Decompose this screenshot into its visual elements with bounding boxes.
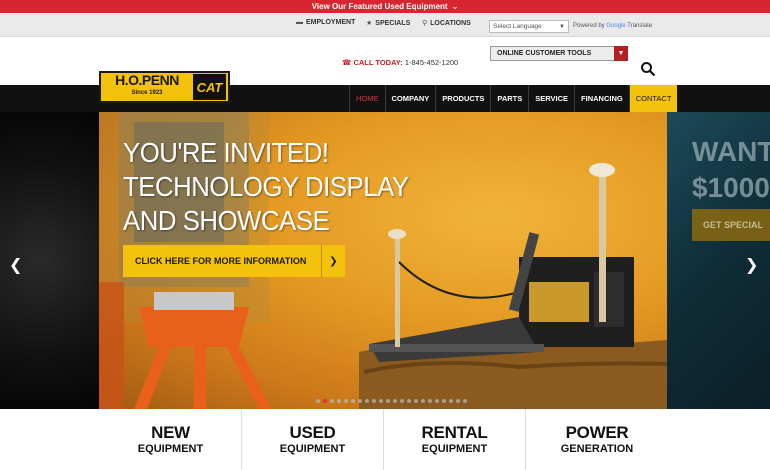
briefcase-icon: ▬ (296, 19, 303, 26)
select-arrow-icon: ▼ (559, 23, 565, 30)
next-slide-line-1: WANT (692, 136, 770, 167)
hero-headline: YOU'RE INVITED! TECHNOLOGY DISPLAY AND S… (123, 136, 409, 238)
category-subtitle: EQUIPMENT (279, 442, 346, 455)
featured-bar-label: View Our Featured Used Equipment (311, 2, 448, 11)
call-today: ☎ CALL TODAY: 1-845-452-1200 (342, 58, 458, 67)
map-pin-icon: ⚲ (422, 20, 428, 27)
carousel-next-arrow[interactable]: ❯ (745, 255, 758, 275)
carousel-dot[interactable] (337, 399, 341, 403)
carousel-dot[interactable] (442, 399, 446, 403)
new-equipment-link[interactable]: NEW EQUIPMENT (100, 409, 242, 470)
carousel-prev-arrow[interactable]: ❮ (9, 255, 22, 275)
current-slide: YOU'RE INVITED! TECHNOLOGY DISPLAY AND S… (99, 112, 667, 409)
nav-financing[interactable]: FINANCING (574, 85, 629, 112)
cat-logo: CAT (193, 74, 226, 100)
category-subtitle: EQUIPMENT (421, 442, 488, 455)
utility-bar: ▬ EMPLOYMENT ★ SPECIALS ⚲ LOCATIONS Sele… (0, 13, 770, 37)
locations-link[interactable]: ⚲ LOCATIONS (422, 19, 471, 28)
phone-icon: ☎ (342, 58, 352, 67)
carousel-dot[interactable] (372, 399, 376, 403)
logo-name: H.O.PENN (115, 72, 179, 88)
headline-line-2: TECHNOLOGY DISPLAY (123, 171, 409, 202)
carousel-dot[interactable] (456, 399, 460, 403)
nav-company[interactable]: COMPANY (384, 85, 436, 112)
nav-service[interactable]: SERVICE (528, 85, 574, 112)
category-title: RENTAL (421, 422, 488, 442)
category-title: NEW (151, 422, 190, 442)
google-brand: Google (606, 23, 626, 29)
call-label: CALL TODAY: (353, 58, 403, 67)
category-links: NEW EQUIPMENT USED EQUIPMENT RENTAL EQUI… (100, 409, 670, 470)
powered-by-text: Powered by (573, 23, 605, 29)
carousel-dot[interactable] (379, 399, 383, 403)
chevron-down-icon: ▼ (614, 46, 628, 61)
carousel-dot[interactable] (351, 399, 355, 403)
nav-parts[interactable]: PARTS (490, 85, 528, 112)
featured-used-equipment-bar[interactable]: View Our Featured Used Equipment ⌄ (0, 0, 770, 13)
carousel-dot[interactable] (400, 399, 404, 403)
language-select[interactable]: Select Language ▼ (489, 20, 569, 33)
online-customer-tools-select[interactable]: ONLINE CUSTOMER TOOLS ▼ (490, 46, 628, 61)
carousel-dot[interactable] (358, 399, 362, 403)
carousel-dot[interactable] (449, 399, 453, 403)
star-icon: ★ (366, 20, 373, 27)
employment-link[interactable]: ▬ EMPLOYMENT (296, 19, 355, 26)
specials-link[interactable]: ★ SPECIALS (366, 19, 411, 28)
carousel-dot[interactable] (323, 399, 327, 403)
nav-contact[interactable]: CONTACT (628, 85, 678, 112)
more-information-label: CLICK HERE FOR MORE INFORMATION (135, 256, 307, 266)
nav-home[interactable]: HOME (349, 85, 385, 112)
carousel-dots (316, 399, 467, 403)
category-subtitle: EQUIPMENT (137, 442, 204, 455)
hero-carousel: YOU'RE INVITED! TECHNOLOGY DISPLAY AND S… (0, 112, 770, 409)
carousel-dot[interactable] (344, 399, 348, 403)
chevron-right-icon: ❯ (321, 245, 345, 277)
language-select-value: Select Language (493, 23, 542, 30)
carousel-dot[interactable] (407, 399, 411, 403)
next-slide-cta: GET SPECIAL (692, 209, 770, 241)
main-nav: HOME COMPANY PRODUCTS PARTS SERVICE FINA… (349, 85, 678, 112)
google-translate-credit: Powered by Google Translate (573, 23, 652, 29)
category-title: USED (289, 422, 336, 442)
headline-line-1: YOU'RE INVITED! (123, 137, 329, 168)
carousel-dot[interactable] (463, 399, 467, 403)
next-slide-line-2: $1000 (692, 172, 770, 203)
carousel-dot[interactable] (428, 399, 432, 403)
locations-label: LOCATIONS (430, 19, 471, 27)
carousel-dot[interactable] (330, 399, 334, 403)
phone-number[interactable]: 1-845-452-1200 (405, 58, 458, 67)
search-icon[interactable] (640, 61, 656, 77)
carousel-dot[interactable] (386, 399, 390, 403)
category-title: POWER (565, 422, 629, 442)
chevron-down-icon: ⌄ (451, 2, 459, 11)
employment-label: EMPLOYMENT (306, 19, 356, 26)
ho-penn-logo[interactable]: H.O.PENN Since 1923 CAT (99, 71, 230, 103)
carousel-dot[interactable] (421, 399, 425, 403)
carousel-dot[interactable] (435, 399, 439, 403)
logo-since: Since 1923 (131, 90, 163, 96)
headline-line-3: AND SHOWCASE (123, 205, 330, 236)
online-customer-tools-label: ONLINE CUSTOMER TOOLS (497, 50, 592, 57)
nav-products[interactable]: PRODUCTS (435, 85, 490, 112)
more-information-button[interactable]: CLICK HERE FOR MORE INFORMATION ❯ (123, 245, 345, 277)
carousel-dot[interactable] (393, 399, 397, 403)
specials-label: SPECIALS (375, 19, 411, 27)
power-generation-link[interactable]: POWER GENERATION (526, 409, 668, 470)
logo-wordmark: H.O.PENN Since 1923 (101, 72, 193, 100)
next-slide-headline: WANT $1000 (692, 134, 770, 206)
category-subtitle: GENERATION (560, 442, 634, 455)
carousel-dot[interactable] (365, 399, 369, 403)
translate-text: Translate (627, 23, 653, 29)
carousel-dot[interactable] (414, 399, 418, 403)
carousel-dot[interactable] (316, 399, 320, 403)
used-equipment-link[interactable]: USED EQUIPMENT (242, 409, 384, 470)
rental-equipment-link[interactable]: RENTAL EQUIPMENT (384, 409, 526, 470)
